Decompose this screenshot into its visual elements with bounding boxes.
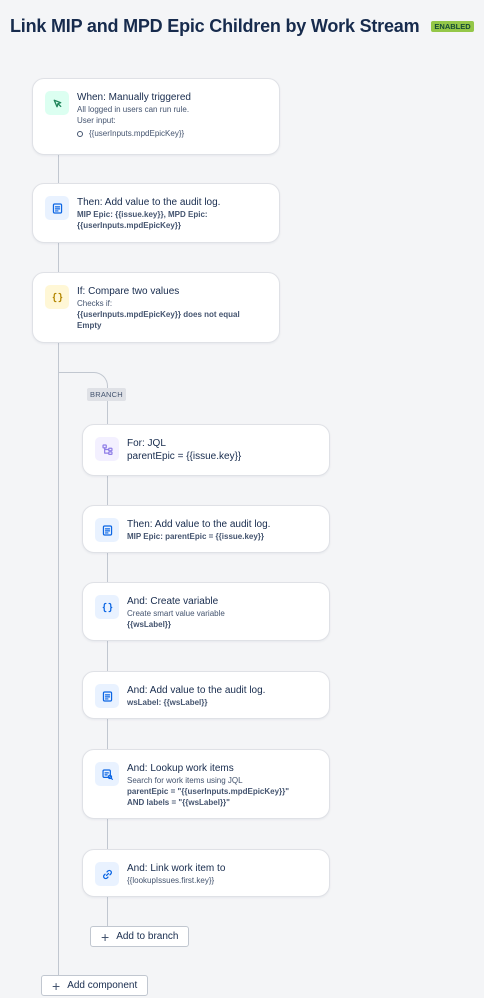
link-work-item-card[interactable]: And: Link work item to {{lookupIssues.fi…: [82, 849, 330, 897]
connector-line: [107, 641, 108, 671]
branch-label: BRANCH: [87, 388, 126, 401]
card-title: When: Manually triggered: [77, 92, 191, 103]
connector-line: [58, 343, 59, 983]
connector-line: [107, 400, 108, 424]
card-detail: Empty: [77, 321, 102, 330]
curly-braces-icon: [45, 285, 69, 309]
card-description: Search for work items using JQL: [127, 776, 243, 785]
connector-line: [107, 819, 108, 849]
add-to-branch-button[interactable]: + Add to branch: [90, 926, 190, 947]
card-title: For: JQL: [127, 438, 166, 449]
card-description: All logged in users can run rule.: [77, 105, 190, 114]
branch-jql-card[interactable]: For: JQL parentEpic = {{issue.key}}: [82, 424, 330, 476]
card-title: If: Compare two values: [77, 286, 180, 297]
document-list-icon: [45, 196, 69, 220]
search-list-icon: [95, 762, 119, 786]
card-detail: parentEpic = "{{userInputs.mpdEpicKey}}": [127, 787, 290, 796]
card-detail: {{wsLabel}}: [127, 620, 172, 629]
connector-line: [58, 155, 59, 183]
plus-icon: +: [52, 977, 61, 994]
connector-line: [107, 719, 108, 749]
card-title: And: Lookup work items: [127, 763, 234, 774]
card-title: Then: Add value to the audit log.: [127, 519, 271, 530]
card-detail: AND labels = "{{wsLabel}}": [127, 798, 230, 807]
card-description: Create smart value variable: [127, 609, 225, 618]
lookup-work-items-card[interactable]: And: Lookup work items Search for work i…: [82, 749, 330, 819]
link-icon: [95, 862, 119, 886]
card-description: User input:: [77, 116, 116, 125]
user-input-item: {{userInputs.mpdEpicKey}}: [77, 128, 267, 139]
page-title: Link MIP and MPD Epic Children by Work S…: [10, 16, 420, 36]
card-title: And: Create variable: [127, 596, 219, 607]
create-variable-card[interactable]: And: Create variable Create smart value …: [82, 582, 330, 641]
header: Link MIP and MPD Epic Children by Work S…: [10, 16, 474, 37]
connector-line: [58, 243, 59, 272]
status-badge: ENABLED: [431, 20, 474, 33]
audit-log-card[interactable]: Then: Add value to the audit log. MIP Ep…: [82, 505, 330, 553]
card-detail: MIP Epic: parentEpic = {{issue.key}}: [127, 532, 265, 541]
card-detail: {{userInputs.mpdEpicKey}} does not equal: [77, 310, 240, 319]
card-description: parentEpic = {{issue.key}}: [127, 451, 242, 462]
card-detail: {{userInputs.mpdEpicKey}}: [77, 221, 182, 230]
connector-line: [107, 553, 108, 582]
audit-log-card[interactable]: Then: Add value to the audit log. MIP Ep…: [32, 183, 280, 243]
audit-log-card[interactable]: And: Add value to the audit log. wsLabel…: [82, 671, 330, 719]
add-component-label: Add component: [67, 980, 138, 991]
card-detail: MIP Epic: {{issue.key}}, MPD Epic:: [77, 210, 208, 219]
card-description: Checks if:: [77, 299, 113, 308]
add-component-button[interactable]: + Add component: [41, 975, 149, 996]
condition-card[interactable]: If: Compare two values Checks if: {{user…: [32, 272, 280, 343]
add-to-branch-label: Add to branch: [116, 931, 179, 942]
card-title: And: Add value to the audit log.: [127, 685, 266, 696]
trigger-card[interactable]: When: Manually triggered All logged in u…: [32, 78, 280, 155]
branch-icon: [95, 437, 119, 461]
plus-icon: +: [101, 928, 110, 945]
curly-braces-icon: [95, 595, 119, 619]
document-list-icon: [95, 518, 119, 542]
connector-line: [107, 897, 108, 927]
card-detail: wsLabel: {{wsLabel}}: [127, 698, 208, 707]
card-description: {{lookupIssues.first.key}}: [127, 876, 215, 885]
cursor-click-icon: [45, 91, 69, 115]
card-title: Then: Add value to the audit log.: [77, 197, 221, 208]
card-title: And: Link work item to: [127, 863, 226, 874]
document-list-icon: [95, 684, 119, 708]
connector-line: [107, 476, 108, 505]
